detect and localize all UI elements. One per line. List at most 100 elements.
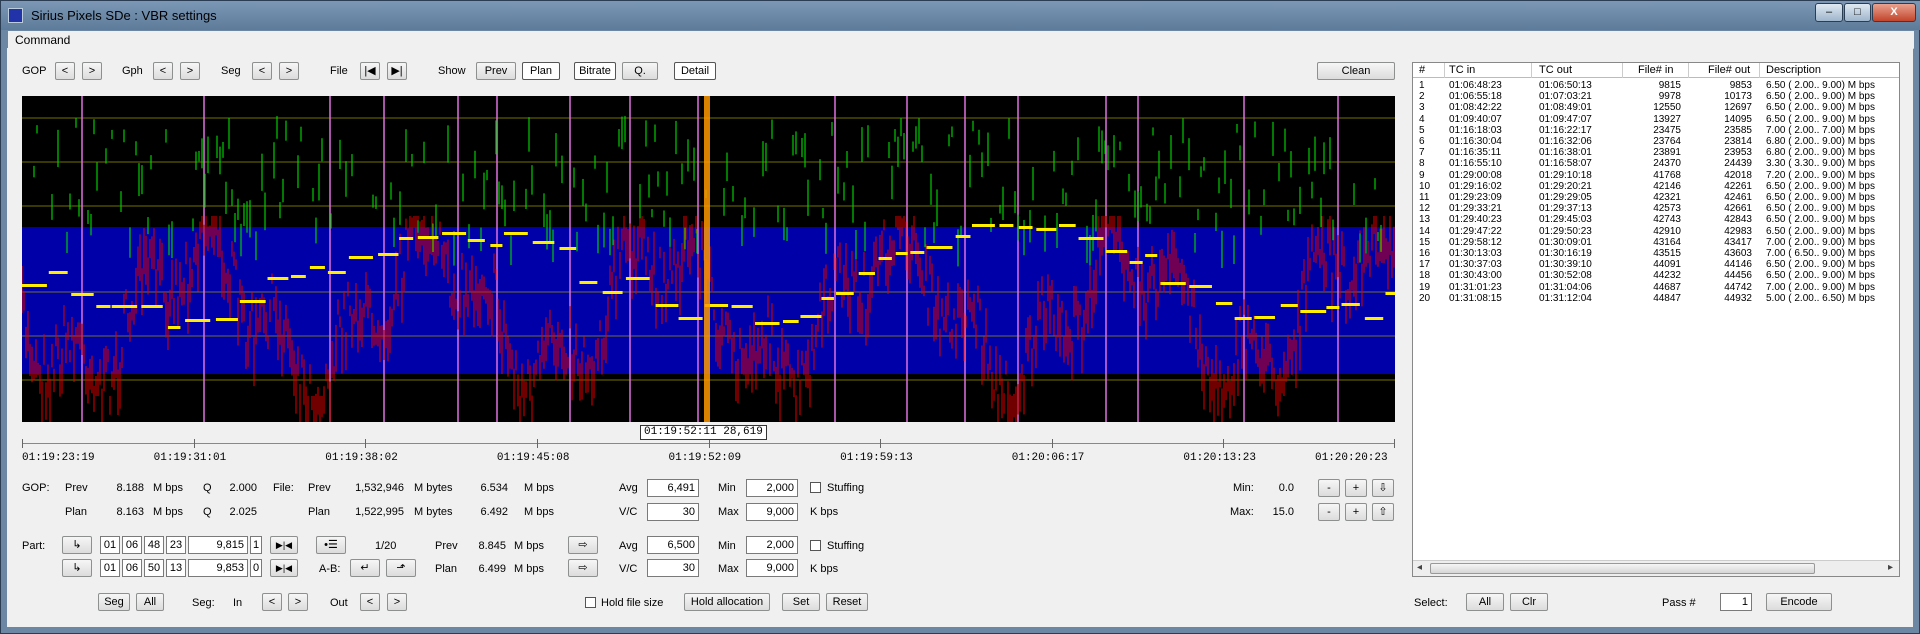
title-bar[interactable]: Sirius Pixels SDe : VBR settings – □ X	[1, 1, 1920, 30]
table-row[interactable]: 15 01:29:58:12 01:30:09:01 43164 43417 7.00 (…	[1413, 237, 1899, 249]
table-row[interactable]: 11 01:29:23:09 01:29:29:05 42321 42461 6.50 (…	[1413, 192, 1899, 204]
table-row[interactable]: 5 01:16:18:03 01:16:22:17 23475 23585 7.00 ( …	[1413, 125, 1899, 137]
list-icon[interactable]: •☰	[316, 536, 346, 554]
col-tc-out[interactable]: TC out	[1539, 64, 1572, 76]
min-plus-button[interactable]: +	[1345, 479, 1367, 497]
part-out-goto-button[interactable]: ↳	[62, 559, 92, 577]
part-max-input[interactable]: 9,000	[746, 559, 798, 577]
scroll-thumb[interactable]	[1430, 563, 1815, 574]
part-in-frames[interactable]: 23	[166, 536, 186, 554]
part-plan-apply-button[interactable]: ⇨	[568, 559, 598, 577]
show-q-button[interactable]: Q.	[622, 62, 658, 80]
table-row[interactable]: 4 01:09:40:07 01:09:47:07 13927 14095 6.50 ( …	[1413, 114, 1899, 126]
part-out-seconds[interactable]: 50	[144, 559, 164, 577]
in-next-button[interactable]: >	[288, 593, 308, 611]
table-row[interactable]: 17 01:30:37:03 01:30:39:10 44091 44146 6.50 (…	[1413, 259, 1899, 271]
file-last-button[interactable]: ▶|	[387, 62, 407, 80]
part-in-jump-button[interactable]: ▶|◀	[270, 536, 298, 554]
col-file-in[interactable]: File# in	[1638, 64, 1673, 76]
ab-left-button[interactable]: ↵	[350, 559, 380, 577]
ab-right-button[interactable]: ⬏	[386, 559, 416, 577]
out-prev-button[interactable]: <	[360, 593, 380, 611]
table-row[interactable]: 12 01:29:33:21 01:29:37:13 42573 42661 6.50 (…	[1413, 203, 1899, 215]
col-number[interactable]: #	[1419, 64, 1425, 76]
gph-next-button[interactable]: >	[180, 62, 200, 80]
table-row[interactable]: 20 01:31:08:15 01:31:12:04 44847 44932 5.00 (…	[1413, 293, 1899, 305]
gop-next-button[interactable]: >	[82, 62, 102, 80]
seg-min-input[interactable]: 2,000	[746, 479, 798, 497]
seg-stuffing-checkbox[interactable]	[810, 482, 821, 493]
table-hscrollbar[interactable]: ◂ ▸	[1413, 560, 1899, 576]
table-row[interactable]: 13 01:29:40:23 01:29:45:03 42743 42843 6.50 (…	[1413, 214, 1899, 226]
set-button[interactable]: Set	[782, 593, 820, 611]
part-in-hours[interactable]: 01	[100, 536, 120, 554]
table-row[interactable]: 19 01:31:01:23 01:31:04:06 44687 44742 7.00 (…	[1413, 282, 1899, 294]
table-row[interactable]: 3 01:08:42:22 01:08:49:01 12550 12697 6.50 ( …	[1413, 102, 1899, 114]
table-row[interactable]: 14 01:29:47:22 01:29:50:23 42910 42983 6.50 (…	[1413, 226, 1899, 238]
part-out-hours[interactable]: 01	[100, 559, 120, 577]
part-vc-input[interactable]: 30	[647, 559, 699, 577]
part-prev-apply-button[interactable]: ⇨	[568, 536, 598, 554]
table-row[interactable]: 9 01:29:00:08 01:29:10:18 41768 42018 7.20 ( …	[1413, 170, 1899, 182]
seg-avg-input[interactable]: 6,491	[647, 479, 699, 497]
minimize-button[interactable]: –	[1815, 3, 1843, 22]
clear-button[interactable]: Clr	[1510, 593, 1548, 611]
part-out-frames[interactable]: 13	[166, 559, 186, 577]
table-row[interactable]: 18 01:30:43:00 01:30:52:08 44232 44456 6.50 (…	[1413, 270, 1899, 282]
maximize-button[interactable]: □	[1844, 3, 1871, 22]
part-stuffing-checkbox[interactable]	[810, 540, 821, 551]
encode-button[interactable]: Encode	[1766, 593, 1832, 611]
part-out-jump-button[interactable]: ▶|◀	[270, 559, 298, 577]
part-in-minutes[interactable]: 06	[122, 536, 142, 554]
max-plus-button[interactable]: +	[1345, 503, 1367, 521]
clean-button[interactable]: Clean	[1317, 62, 1395, 80]
max-minus-button[interactable]: -	[1318, 503, 1340, 521]
table-row[interactable]: 1 01:06:48:23 01:06:50:13 9815 9853 6.50 ( 2.…	[1413, 80, 1899, 92]
table-row[interactable]: 10 01:29:16:02 01:29:20:21 42146 42261 6.50 (…	[1413, 181, 1899, 193]
part-out-minutes[interactable]: 06	[122, 559, 142, 577]
part-in-frame-number[interactable]: 9,815	[188, 536, 248, 554]
show-plan-button[interactable]: Plan	[522, 62, 560, 80]
min-minus-button[interactable]: -	[1318, 479, 1340, 497]
seg-prev-button[interactable]: <	[252, 62, 272, 80]
gop-prev-button[interactable]: <	[55, 62, 75, 80]
show-prev-button[interactable]: Prev	[476, 62, 516, 80]
part-avg-input[interactable]: 6,500	[647, 536, 699, 554]
menu-command[interactable]: Command	[15, 33, 70, 47]
part-in-flag[interactable]: 1	[250, 536, 262, 554]
down-arrow-icon[interactable]: ⇩	[1372, 479, 1394, 497]
up-arrow-icon[interactable]: ⇧	[1372, 503, 1394, 521]
part-out-flag[interactable]: 0	[250, 559, 262, 577]
part-out-frame-number[interactable]: 9,853	[188, 559, 248, 577]
segments-table[interactable]: # TC in TC out File# in File# out Descri…	[1412, 62, 1900, 577]
col-tc-in[interactable]: TC in	[1449, 64, 1475, 76]
select-all-button[interactable]: All	[1466, 593, 1504, 611]
hold-file-size-checkbox[interactable]	[585, 597, 596, 608]
out-next-button[interactable]: >	[387, 593, 407, 611]
part-in-seconds[interactable]: 48	[144, 536, 164, 554]
gph-prev-button[interactable]: <	[153, 62, 173, 80]
table-row[interactable]: 6 01:16:30:04 01:16:32:06 23764 23814 6.80 ( …	[1413, 136, 1899, 148]
table-row[interactable]: 16 01:30:13:03 01:30:16:19 43515 43603 7.00 (…	[1413, 248, 1899, 260]
hold-allocation-button[interactable]: Hold allocation	[684, 593, 770, 611]
in-prev-button[interactable]: <	[262, 593, 282, 611]
show-bitrate-button[interactable]: Bitrate	[574, 62, 616, 80]
table-row[interactable]: 8 01:16:55:10 01:16:58:07 24370 24439 3.30 ( …	[1413, 158, 1899, 170]
col-file-out[interactable]: File# out	[1708, 64, 1750, 76]
bitrate-graph[interactable]	[22, 96, 1395, 422]
reset-button[interactable]: Reset	[826, 593, 868, 611]
file-first-button[interactable]: |◀	[360, 62, 380, 80]
part-min-input[interactable]: 2,000	[746, 536, 798, 554]
scroll-right-icon[interactable]: ▸	[1888, 562, 1893, 573]
show-detail-button[interactable]: Detail	[674, 62, 716, 80]
scroll-left-icon[interactable]: ◂	[1417, 562, 1422, 573]
table-row[interactable]: 7 01:16:35:11 01:16:38:01 23891 23953 6.80 ( …	[1413, 147, 1899, 159]
seg-max-input[interactable]: 9,000	[746, 503, 798, 521]
part-in-goto-button[interactable]: ↳	[62, 536, 92, 554]
seg-vc-input[interactable]: 30	[647, 503, 699, 521]
pass-input[interactable]: 1	[1720, 593, 1752, 611]
seg-next-button[interactable]: >	[279, 62, 299, 80]
col-description[interactable]: Description	[1766, 64, 1821, 76]
seg-button[interactable]: Seg	[98, 593, 130, 611]
table-row[interactable]: 2 01:06:55:18 01:07:03:21 9978 10173 6.50 ( 2…	[1413, 91, 1899, 103]
